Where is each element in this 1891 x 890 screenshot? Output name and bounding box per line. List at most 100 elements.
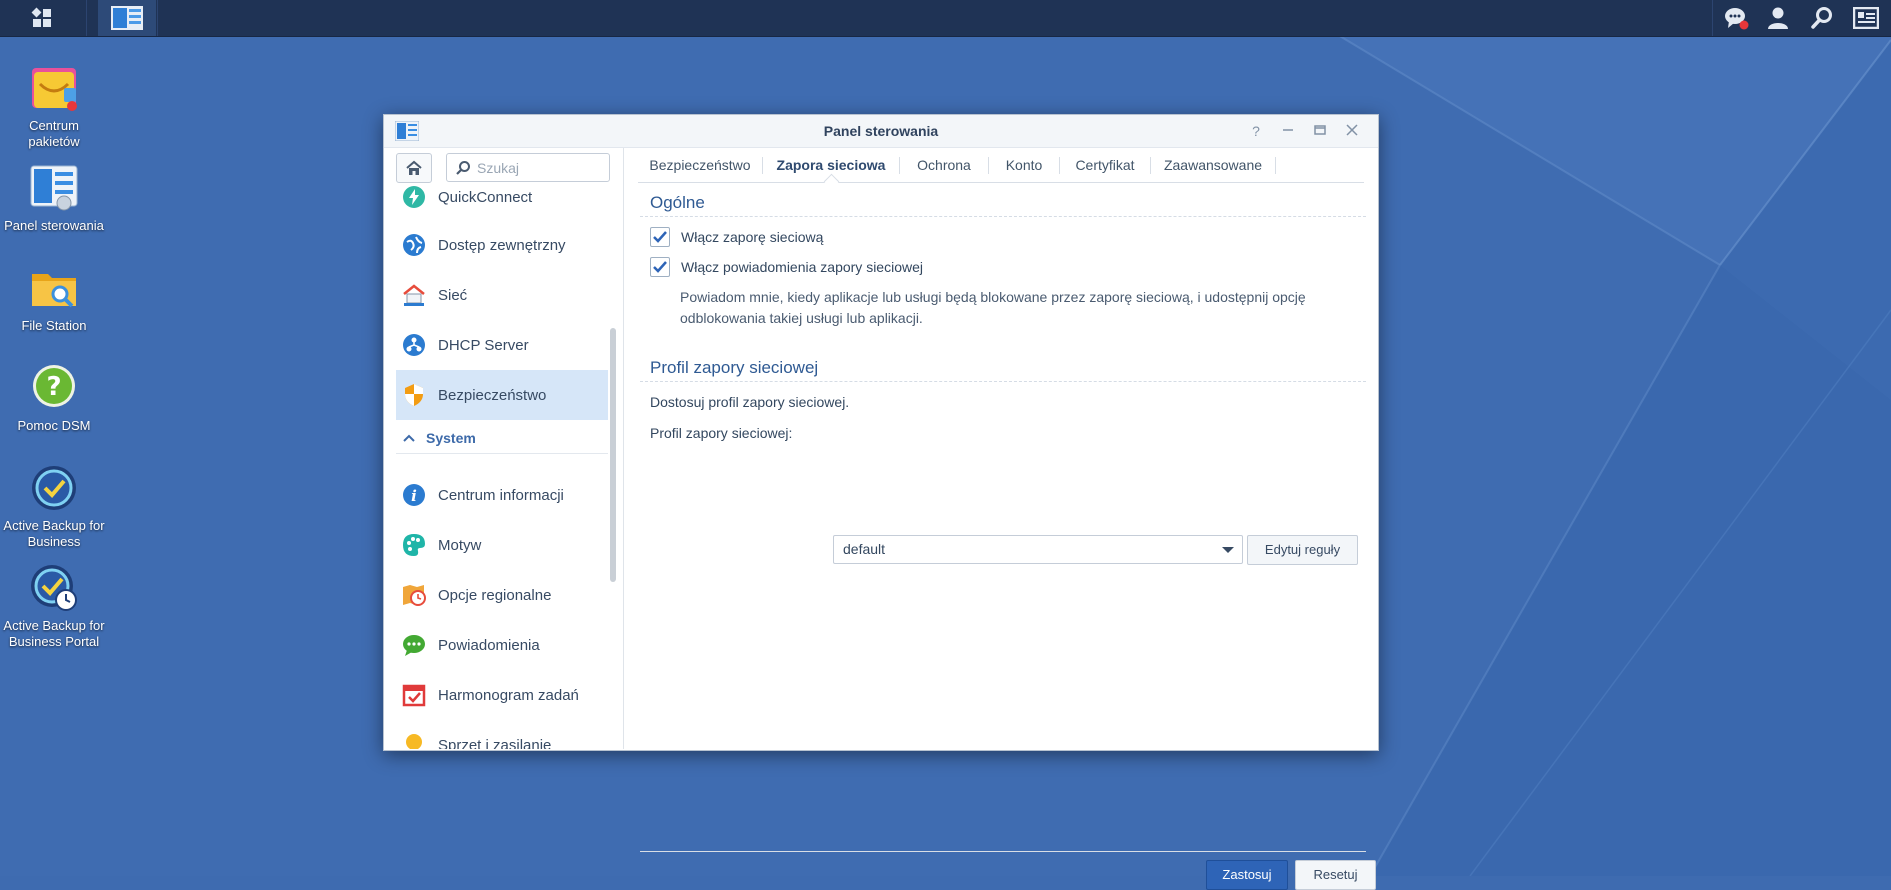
tab-advanced[interactable]: Zaawansowane: [1151, 148, 1275, 182]
desktop-icon-label: Active Backup for: [3, 518, 105, 533]
tab-certificate[interactable]: Certyfikat: [1060, 148, 1150, 182]
sidebar-item-theme[interactable]: Motyw: [396, 520, 608, 570]
active-backup-icon: [32, 466, 76, 510]
sidebar-item-task-scheduler[interactable]: Harmonogram zadań: [396, 670, 608, 720]
tab-protection[interactable]: Ochrona: [900, 148, 988, 182]
desktop-icon-control-panel[interactable]: Panel sterowania: [1, 162, 107, 234]
regional-options-icon: [403, 585, 426, 606]
search-icon[interactable]: [1804, 0, 1840, 36]
notifications-icon[interactable]: [1718, 0, 1754, 36]
sidebar-item-hardware[interactable]: Sprzęt i zasilanie: [396, 720, 608, 749]
desktop-icon-label: Centrum: [29, 118, 79, 133]
desktop-icon-file-station[interactable]: File Station: [1, 262, 107, 334]
profile-field-label: Profil zapory sieciowej:: [650, 425, 793, 441]
checkbox-box[interactable]: [650, 257, 670, 277]
user-icon[interactable]: [1760, 0, 1796, 36]
section-title-general: Ogólne: [650, 193, 705, 212]
search-icon: [456, 161, 470, 175]
window-title: Panel sterowania: [823, 123, 939, 139]
sidebar-item-security[interactable]: Bezpieczeństwo: [396, 370, 608, 420]
home-icon: [406, 160, 422, 175]
profile-hint: Dostosuj profil zapory sieciowej.: [650, 394, 850, 410]
minimize-icon[interactable]: [1279, 122, 1297, 140]
window-titlebar[interactable]: Panel sterowania ?: [384, 115, 1378, 148]
section-title-profile: Profil zapory sieciowej: [650, 358, 819, 377]
tab-security[interactable]: Bezpieczeństwo: [638, 148, 762, 182]
section-divider: [640, 381, 1366, 382]
control-panel-icon: [30, 165, 78, 211]
maximize-icon[interactable]: [1311, 122, 1329, 140]
checkmark-icon: [653, 231, 667, 243]
control-panel-window: Panel sterowania ? Szukaj QuickConnect D…: [383, 114, 1379, 890]
edit-rules-button[interactable]: Edytuj reguły: [1247, 535, 1358, 565]
section-divider: [640, 216, 1366, 217]
enable-firewall-checkbox[interactable]: Włącz zaporę sieciową: [650, 227, 823, 247]
reset-button[interactable]: Resetuj: [1295, 860, 1376, 890]
shield-icon: [405, 384, 423, 406]
sidebar-group-label: System: [426, 430, 476, 446]
content-panel: Bezpieczeństwo Zapora sieciowa Ochrona K…: [624, 148, 1378, 890]
tab-account[interactable]: Konto: [989, 148, 1059, 182]
taskbar: [0, 0, 1891, 37]
palette-icon: [403, 534, 425, 556]
info-icon: i: [403, 484, 425, 506]
chat-bubble-icon: [403, 635, 425, 656]
svg-text:i: i: [411, 487, 417, 505]
description-line: Powiadom mnie, kiedy aplikacje lub usług…: [680, 289, 1306, 305]
sidebar-item-quickconnect[interactable]: QuickConnect: [396, 178, 608, 216]
sidebar-item-dhcp[interactable]: DHCP Server: [396, 320, 608, 370]
help-icon[interactable]: ?: [1247, 122, 1265, 140]
search-input[interactable]: [475, 157, 607, 179]
checkbox-label: Włącz powiadomienia zapory sieciowej: [681, 259, 923, 275]
sidebar-item-label: Opcje regionalne: [438, 586, 552, 604]
sidebar-item-label: Bezpieczeństwo: [438, 386, 547, 404]
desktop-icon-help[interactable]: ? Pomoc DSM: [1, 362, 107, 434]
desktop-icon-label: File Station: [21, 318, 87, 333]
main-menu-icon[interactable]: [24, 0, 60, 36]
enable-notifications-checkbox[interactable]: Włącz powiadomienia zapory sieciowej: [650, 257, 923, 277]
sidebar-item-label: Powiadomienia: [438, 636, 540, 654]
sidebar-item-network[interactable]: Sieć: [396, 270, 608, 320]
sidebar: QuickConnect Dostęp zewnętrzny Sieć DH: [384, 148, 624, 749]
sidebar-item-info-center[interactable]: i Centrum informacji: [396, 470, 608, 520]
footer-divider: [640, 851, 1366, 852]
calendar-check-icon: [402, 684, 426, 707]
sidebar-item-label: Harmonogram zadań: [438, 686, 579, 704]
checkbox-box[interactable]: [650, 227, 670, 247]
dhcp-icon: [403, 334, 425, 356]
desktop-icon-label-line2: pakietów: [28, 134, 80, 149]
desktop-icon-active-backup-portal[interactable]: Active Backup for Business Portal: [1, 562, 107, 650]
desktop-icon-label: Active Backup for: [3, 618, 105, 633]
desktop-icon-label: Panel sterowania: [4, 218, 104, 233]
sidebar-item-regional[interactable]: Opcje regionalne: [396, 570, 608, 620]
firewall-profile-select[interactable]: default: [833, 535, 1243, 564]
tab-bar: Bezpieczeństwo Zapora sieciowa Ochrona K…: [638, 148, 1364, 190]
desktop-icon-active-backup[interactable]: Active Backup for Business: [1, 462, 107, 550]
sidebar-group-system[interactable]: System: [396, 423, 608, 454]
lightbulb-icon: [406, 734, 422, 749]
close-icon[interactable]: [1343, 122, 1361, 140]
sidebar-item-label: DHCP Server: [438, 336, 529, 354]
sidebar-item-notifications[interactable]: Powiadomienia: [396, 620, 608, 670]
network-icon: [403, 284, 425, 306]
sidebar-item-external-access[interactable]: Dostęp zewnętrzny: [396, 220, 608, 270]
widgets-icon[interactable]: [1848, 0, 1884, 36]
desktop-icon-package-center[interactable]: Centrum pakietów: [1, 62, 107, 150]
active-backup-portal-icon: [31, 565, 77, 611]
quickconnect-icon: [403, 186, 425, 208]
checkmark-icon: [653, 261, 667, 273]
sidebar-scrollbar[interactable]: [610, 328, 616, 582]
sidebar-item-label: Sieć: [438, 286, 468, 304]
select-value: default: [843, 541, 886, 557]
apply-button[interactable]: Zastosuj: [1206, 860, 1288, 890]
control-panel-taskbar-icon[interactable]: [98, 0, 156, 36]
help-icon: ?: [33, 365, 75, 407]
desktop-icon-label-line2: Business: [27, 534, 81, 549]
desktop-icon-label-line2: Business Portal: [8, 634, 100, 649]
desktop-icon-label: Pomoc DSM: [17, 418, 91, 433]
external-access-icon: [403, 234, 425, 256]
checkbox-label: Włącz zaporę sieciową: [681, 229, 824, 245]
sidebar-item-label: Centrum informacji: [438, 486, 564, 504]
sidebar-item-label: Sprzęt i zasilanie: [438, 736, 552, 750]
svg-text:?: ?: [46, 372, 61, 402]
